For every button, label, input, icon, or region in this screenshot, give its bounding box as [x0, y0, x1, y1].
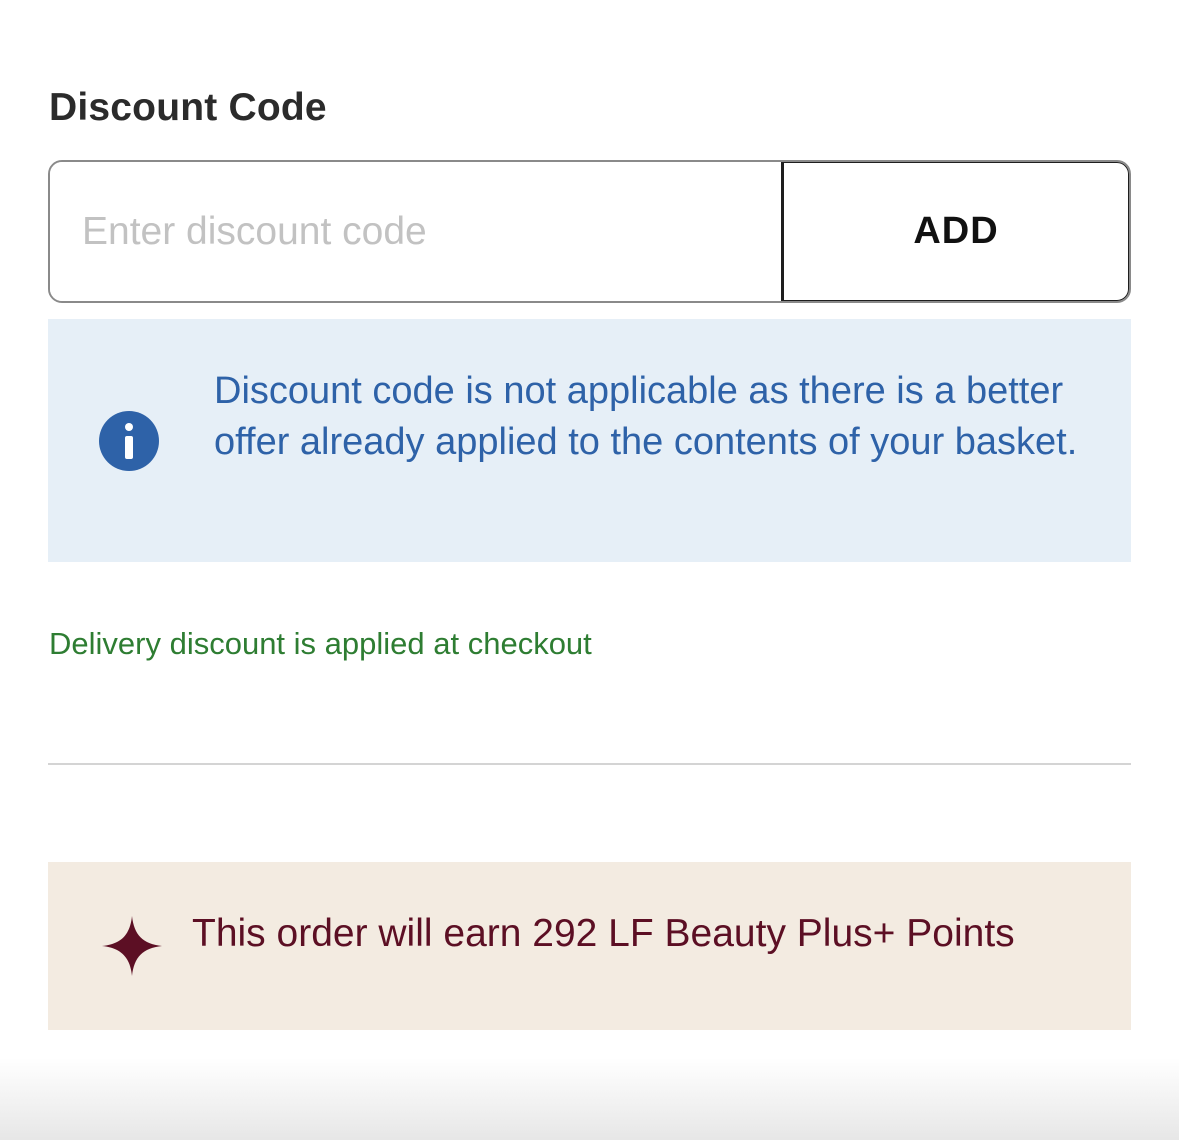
basket-discount-panel: Discount Code ADD Discount code is not a… [0, 0, 1179, 1140]
loyalty-points-message: This order will earn 292 LF Beauty Plus+… [192, 912, 1015, 955]
discount-info-message: Discount code is not applicable as there… [214, 370, 1078, 463]
add-discount-button[interactable]: ADD [781, 162, 1129, 301]
section-divider [48, 763, 1131, 765]
sparkle-icon [102, 916, 162, 976]
discount-code-heading: Discount Code [49, 86, 327, 129]
bottom-fade-shadow [0, 1058, 1179, 1140]
discount-code-input[interactable] [50, 162, 781, 301]
info-icon [99, 411, 159, 471]
delivery-discount-note: Delivery discount is applied at checkout [49, 626, 592, 661]
discount-code-form: ADD [48, 160, 1131, 303]
